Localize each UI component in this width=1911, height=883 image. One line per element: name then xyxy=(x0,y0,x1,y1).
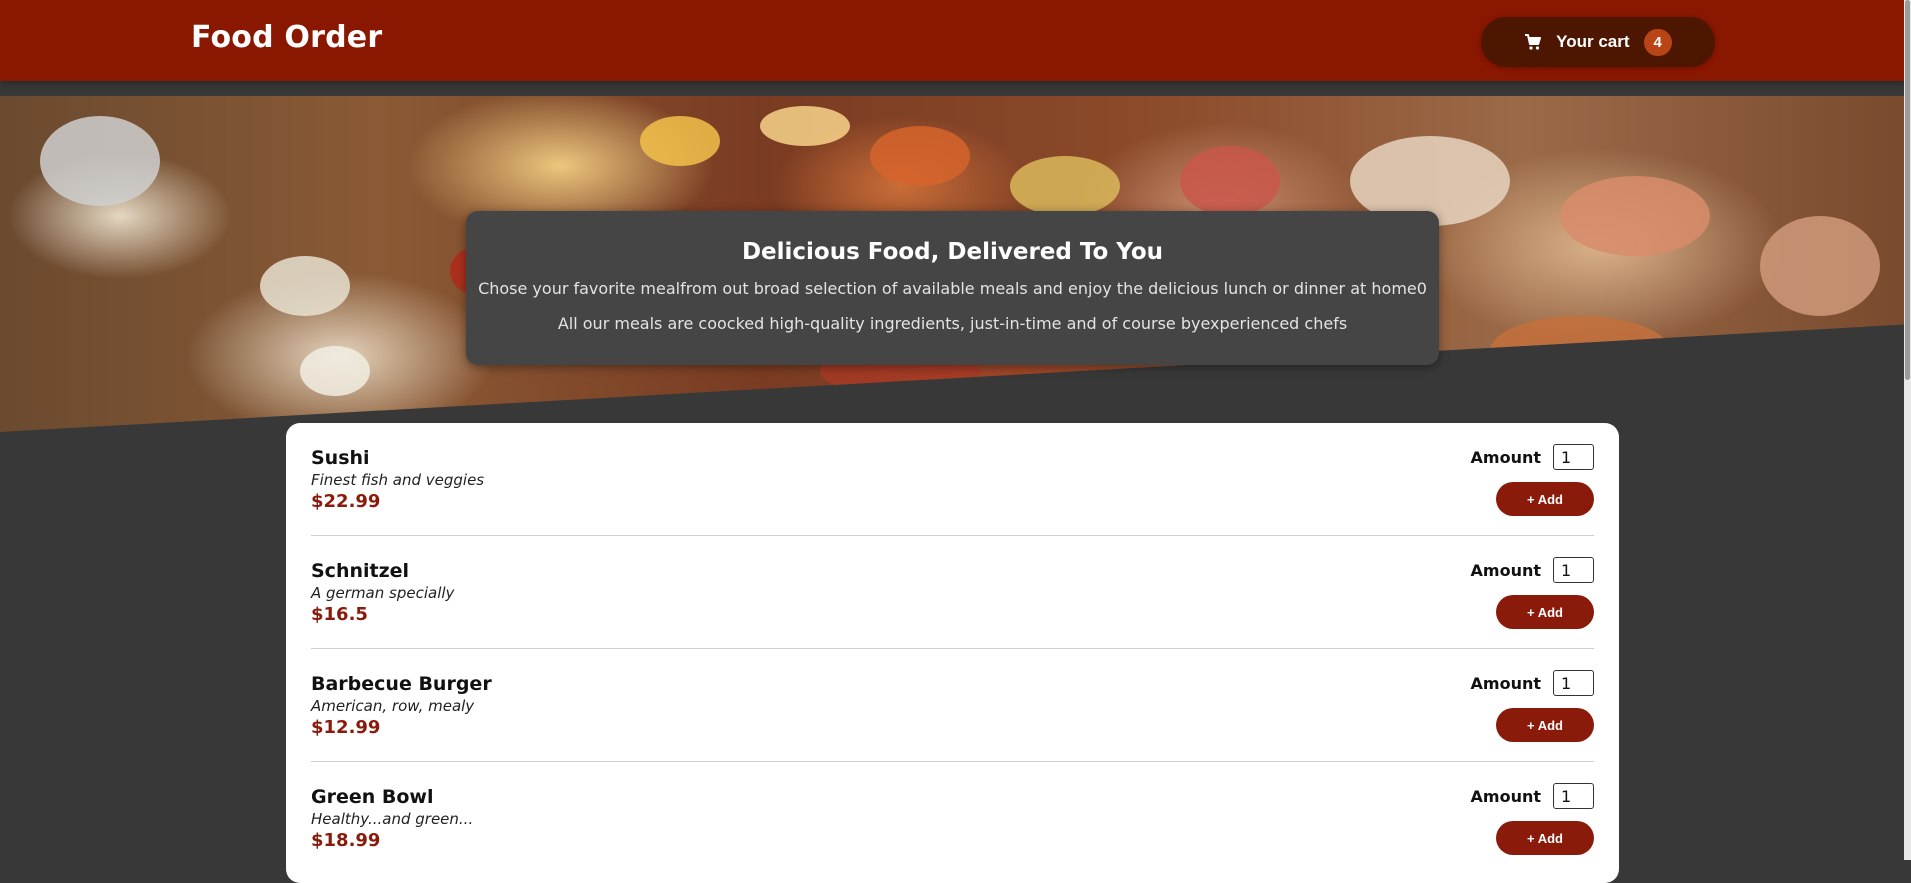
scrollbar-thumb[interactable] xyxy=(1905,0,1910,380)
meal-item: Green Bowl Healthy...and green... $18.99… xyxy=(311,762,1594,875)
summary-title: Delicious Food, Delivered To You xyxy=(741,239,1164,265)
meal-price: $22.99 xyxy=(311,491,381,512)
amount-label: Amount xyxy=(1470,447,1541,467)
app-header: Food Order Your cart 4 xyxy=(0,0,1911,81)
amount-label: Amount xyxy=(1470,673,1541,693)
meal-description: A german specially xyxy=(311,584,455,602)
cart-icon xyxy=(1524,33,1542,51)
cart-count-badge: 4 xyxy=(1643,28,1672,56)
meal-name: Schnitzel xyxy=(311,560,410,582)
page-scrollbar[interactable] xyxy=(1904,0,1911,860)
summary-paragraph: Chose your favorite mealfrom out broad s… xyxy=(478,279,1427,298)
meals-list: Sushi Finest fish and veggies $22.99 Amo… xyxy=(286,423,1619,883)
app-title: Food Order xyxy=(191,20,383,55)
amount-row: Amount xyxy=(1471,783,1594,809)
meal-price: $18.99 xyxy=(311,830,381,851)
meal-item: Sushi Finest fish and veggies $22.99 Amo… xyxy=(311,423,1594,536)
amount-row: Amount xyxy=(1471,670,1594,696)
summary-paragraph: All our meals are coocked high-quality i… xyxy=(557,314,1348,333)
summary-card: Delicious Food, Delivered To You Chose y… xyxy=(466,211,1439,365)
meal-item: Schnitzel A german specially $16.5 Amoun… xyxy=(311,536,1594,649)
amount-input[interactable] xyxy=(1553,783,1594,809)
meal-description: Finest fish and veggies xyxy=(311,471,485,489)
add-button[interactable]: + Add xyxy=(1496,821,1594,855)
add-button[interactable]: + Add xyxy=(1496,708,1594,742)
add-button[interactable]: + Add xyxy=(1496,595,1594,629)
add-button[interactable]: + Add xyxy=(1496,482,1594,516)
meal-price: $16.5 xyxy=(311,604,368,625)
meal-description: Healthy...and green... xyxy=(311,810,474,828)
meal-name: Barbecue Burger xyxy=(311,673,492,695)
meal-description: American, row, mealy xyxy=(311,697,475,715)
cart-label: Your cart xyxy=(1556,32,1630,51)
amount-label: Amount xyxy=(1470,560,1541,580)
meal-name: Sushi xyxy=(311,447,370,469)
amount-row: Amount xyxy=(1471,444,1594,470)
meal-price: $12.99 xyxy=(311,717,381,738)
meal-name: Green Bowl xyxy=(311,786,434,808)
cart-button[interactable]: Your cart 4 xyxy=(1481,17,1715,67)
meal-item: Barbecue Burger American, row, mealy $12… xyxy=(311,649,1594,762)
amount-input[interactable] xyxy=(1553,557,1594,583)
amount-input[interactable] xyxy=(1553,670,1594,696)
amount-row: Amount xyxy=(1471,557,1594,583)
amount-label: Amount xyxy=(1470,786,1541,806)
amount-input[interactable] xyxy=(1553,444,1594,470)
